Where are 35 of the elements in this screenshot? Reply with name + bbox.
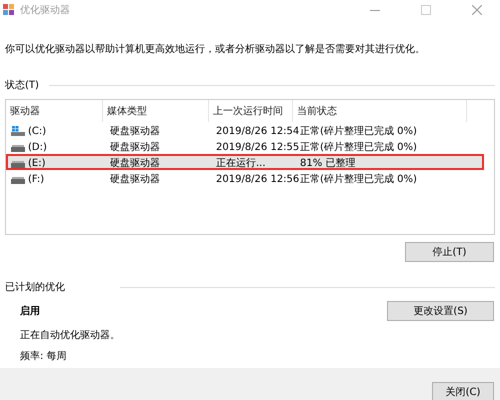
drive-row[interactable]: (D:) 硬盘驱动器 2019/8/26 12:55正常(碎片整理已完成 0%) (6, 138, 484, 154)
column-header[interactable]: 媒体类型 (103, 100, 209, 122)
drive-row[interactable]: (C:) 硬盘驱动器 2019/8/26 12:54正常(碎片整理已完成 0%) (6, 122, 484, 138)
system-drive-icon (11, 126, 25, 136)
drive-row[interactable]: (E:) 硬盘驱动器 正在运行... 81% 已整理 (6, 154, 484, 170)
drive-icon (11, 174, 25, 184)
table-cell-text: 正在运行... (215, 156, 267, 170)
section-label: 已计划的优化 (5, 280, 65, 294)
table-cell-text: 硬盘驱动器 (109, 125, 161, 138)
column-header[interactable]: 上一次运行时间 (209, 100, 293, 122)
drive-name: (F:) (28, 174, 44, 184)
schedule-frequency: 频率: 每周 (20, 350, 68, 363)
drive-icon (11, 142, 25, 152)
description-text: 你可以优化驱动器以帮助计算机更高效地运行，或者分析驱动器以了解是否需要对其进行优化。 (5, 42, 426, 56)
defrag-app-icon (3, 4, 15, 16)
drive-name: (C:) (28, 126, 46, 136)
table-cell-text: 81% 已整理 (299, 157, 356, 170)
column-header[interactable]: 当前状态 (293, 100, 467, 122)
table-cell-text: 硬盘驱动器 (109, 141, 161, 154)
drive-name: (E:) (28, 158, 46, 168)
change-settings-button[interactable]: 更改设置(S) (387, 301, 494, 321)
table-cell-text: 硬盘驱动器 (109, 173, 161, 186)
maximize-icon[interactable] (421, 5, 431, 15)
close-icon[interactable] (472, 5, 482, 15)
stop-button[interactable]: 停止(T) (405, 242, 494, 262)
table-cell-text: 硬盘驱动器 (109, 157, 161, 170)
drive-row[interactable]: (F:) 硬盘驱动器 2019/8/26 12:56正常(碎片整理已完成 0%) (6, 170, 484, 186)
drive-icon (11, 158, 25, 168)
column-header[interactable]: 驱动器 (6, 100, 103, 122)
window-title: 优化驱动器 (20, 4, 71, 17)
drive-name: (D:) (28, 142, 47, 152)
section-label: 状态(T) (5, 78, 39, 92)
schedule-state: 启用 (20, 304, 41, 318)
close-button[interactable]: 关闭(C) (432, 382, 494, 400)
schedule-description: 正在自动优化驱动器。 (20, 329, 121, 342)
